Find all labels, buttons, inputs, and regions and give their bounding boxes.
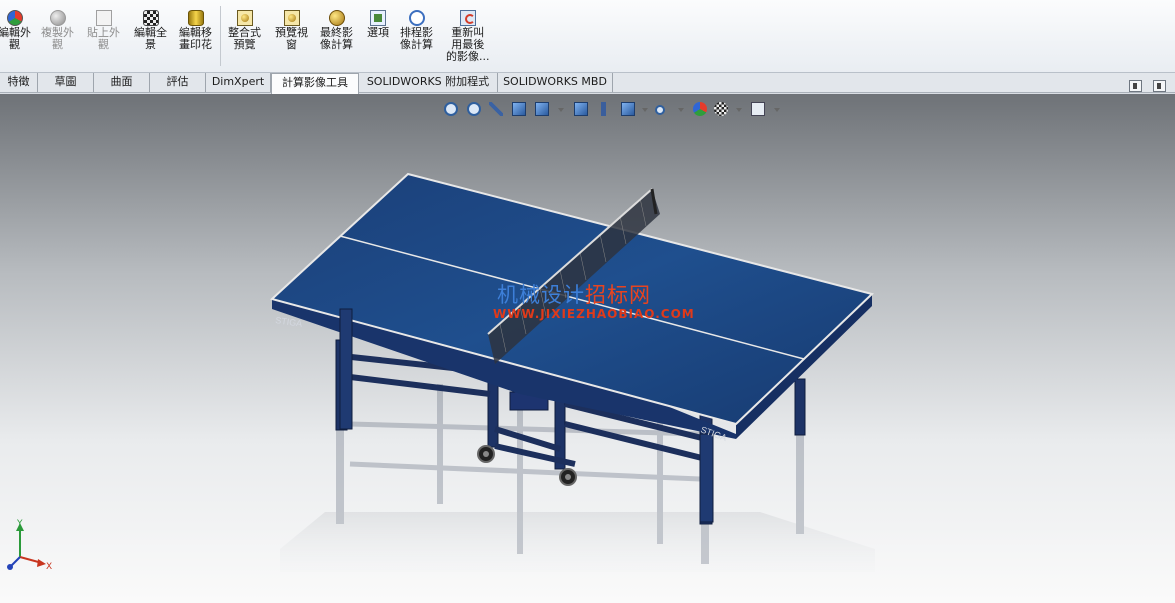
tab-surfaces[interactable]: 曲面 [94,73,150,92]
paste-appearance-button[interactable]: 貼上外 觀 [87,10,120,51]
expand-panel-icon[interactable] [1153,80,1166,92]
preview-window-button[interactable]: 預覽視 窗 [275,10,308,51]
watermark-chinese: 机械设计招标网 [497,283,651,307]
tab-sketch[interactable]: 草圖 [38,73,94,92]
tab-solidworks-addins[interactable]: SOLIDWORKS 附加程式 [359,73,498,92]
schedule-render-icon [408,10,425,26]
paste-appearance-icon [95,10,112,26]
scene-icon [142,10,159,26]
preview-window-icon [283,10,300,26]
copy-appearance-icon [49,10,66,26]
tab-features[interactable]: 特徵 [0,73,38,92]
recall-last-image-button[interactable]: 重新叫 用最後 的影像... [446,10,490,63]
triad-x-label: X [46,562,52,572]
schedule-render-button[interactable]: 排程影 像計算 [400,10,433,51]
tab-solidworks-mbd[interactable]: SOLIDWORKS MBD [498,73,613,92]
ribbon-toolbar: 編輯外 觀 複製外 觀 貼上外 觀 編輯全 景 編輯移 畫印花 整合式 預覽 預… [0,0,1175,73]
floor-reflection [280,384,875,572]
watermark-url: WWW.JIXIEZHAOBIAO.COM [493,307,695,321]
tab-render-tools[interactable]: 計算影像工具 [271,73,359,94]
options-button[interactable]: 選項 [367,10,389,39]
triad-y-label: Y [16,519,23,529]
edit-appearance-button[interactable]: 編輯外 觀 [0,10,31,51]
copy-appearance-button[interactable]: 複製外 觀 [41,10,74,51]
recall-last-image-icon [459,10,476,26]
ping-pong-table-model[interactable]: STIGA STIGA [0,94,1175,603]
decal-icon [187,10,204,26]
options-icon [370,10,386,26]
ribbon-separator [220,6,221,66]
reference-triad[interactable]: Y X [2,519,62,579]
appearance-icon [6,10,23,26]
restore-panel-icon[interactable] [1129,80,1142,92]
edit-decal-button[interactable]: 編輯移 畫印花 [179,10,212,51]
integrated-preview-button[interactable]: 整合式 預覽 [228,10,261,51]
command-manager-tabs: 特徵 草圖 曲面 評估 DimXpert 計算影像工具 SOLIDWORKS 附… [0,73,1175,94]
final-render-icon [328,10,345,26]
graphics-viewport[interactable]: STIGA STIGA 机械设计招标网 WWW.JIXIEZHAOBIAO.CO… [0,94,1175,603]
final-render-button[interactable]: 最終影 像計算 [320,10,353,51]
tab-dimxpert[interactable]: DimXpert [206,73,271,92]
tab-evaluate[interactable]: 評估 [150,73,206,92]
edit-scene-button[interactable]: 編輯全 景 [134,10,167,51]
integrated-preview-icon [236,10,253,26]
